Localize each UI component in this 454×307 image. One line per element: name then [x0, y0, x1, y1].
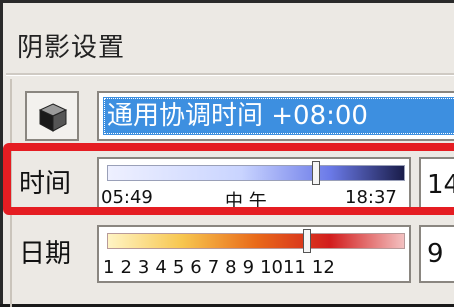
date-value-field[interactable]: 9 — [419, 225, 454, 283]
month-tick: 9 — [242, 257, 255, 278]
shadow-settings-dialog: 阴影设置 通用协调时间 +08:00 时间 05:49 中 午 18:37 14… — [0, 0, 454, 307]
month-tick-labels: 1 2 3 4 5 6 7 8 9 1011 12 — [103, 257, 341, 278]
cube-icon — [38, 103, 68, 132]
title-divider — [6, 73, 454, 76]
date-slider[interactable]: 1 2 3 4 5 6 7 8 9 1011 12 — [97, 225, 411, 283]
timezone-select[interactable]: 通用协调时间 +08:00 — [97, 91, 454, 141]
month-tick: 11 — [282, 257, 306, 278]
date-label: 日期 — [19, 239, 72, 269]
month-tick: 5 — [172, 257, 185, 278]
month-tick: 6 — [190, 257, 202, 278]
timezone-icon-button[interactable] — [25, 91, 79, 141]
month-tick: 10 — [260, 257, 283, 278]
annotation-highlight-box — [3, 143, 454, 215]
month-tick: 4 — [155, 257, 167, 278]
timezone-value: 通用协调时间 +08:00 — [103, 97, 454, 135]
dialog-title: 阴影设置 — [17, 33, 126, 63]
month-tick: 7 — [207, 257, 220, 278]
month-tick: 3 — [137, 257, 150, 278]
date-slider-track[interactable] — [107, 233, 405, 249]
month-tick: 8 — [225, 257, 237, 278]
month-tick: 12 — [311, 257, 335, 278]
date-slider-thumb[interactable] — [302, 229, 311, 253]
month-tick: 2 — [120, 257, 132, 278]
month-tick: 1 — [103, 257, 115, 278]
